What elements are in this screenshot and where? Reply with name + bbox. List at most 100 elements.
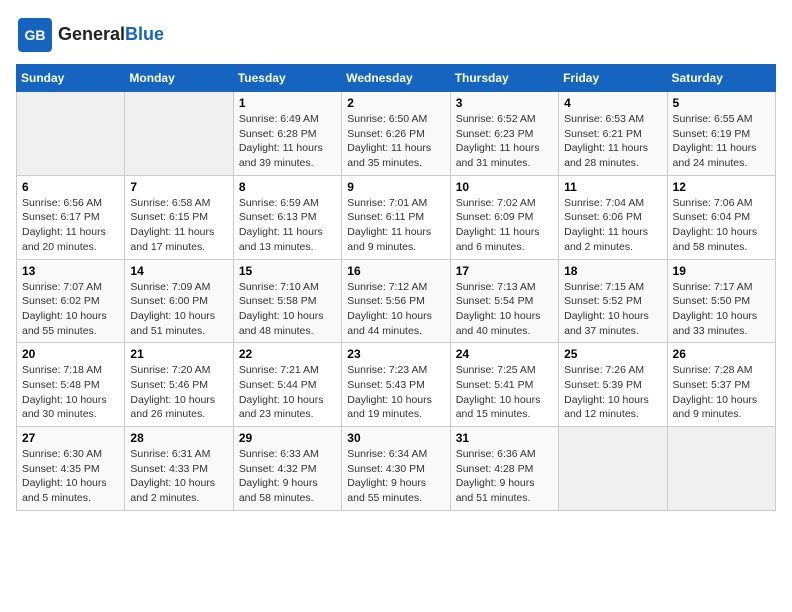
calendar-cell: 16 Sunrise: 7:12 AM Sunset: 5:56 PM Dayli… bbox=[342, 259, 450, 343]
day-info: Sunrise: 6:36 AM Sunset: 4:28 PM Dayligh… bbox=[456, 447, 553, 506]
day-info: Sunrise: 6:30 AM Sunset: 4:35 PM Dayligh… bbox=[22, 447, 119, 506]
calendar-cell: 2 Sunrise: 6:50 AM Sunset: 6:26 PM Daylig… bbox=[342, 92, 450, 176]
day-info: Sunrise: 7:25 AM Sunset: 5:41 PM Dayligh… bbox=[456, 363, 553, 422]
calendar-cell: 14 Sunrise: 7:09 AM Sunset: 6:00 PM Dayli… bbox=[125, 259, 233, 343]
day-number: 5 bbox=[673, 96, 770, 110]
day-info: Sunrise: 6:53 AM Sunset: 6:21 PM Dayligh… bbox=[564, 112, 661, 171]
day-number: 1 bbox=[239, 96, 336, 110]
day-of-week-header: Friday bbox=[559, 65, 667, 92]
day-info: Sunrise: 7:06 AM Sunset: 6:04 PM Dayligh… bbox=[673, 196, 770, 255]
calendar-cell: 4 Sunrise: 6:53 AM Sunset: 6:21 PM Daylig… bbox=[559, 92, 667, 176]
day-number: 10 bbox=[456, 180, 553, 194]
day-number: 17 bbox=[456, 264, 553, 278]
day-info: Sunrise: 6:33 AM Sunset: 4:32 PM Dayligh… bbox=[239, 447, 336, 506]
day-number: 16 bbox=[347, 264, 444, 278]
day-number: 18 bbox=[564, 264, 661, 278]
calendar-cell: 13Sunrise: 7:07 AM Sunset: 6:02 PM Dayli… bbox=[17, 259, 125, 343]
day-number: 11 bbox=[564, 180, 661, 194]
day-number: 13 bbox=[22, 264, 119, 278]
day-info: Sunrise: 7:17 AM Sunset: 5:50 PM Dayligh… bbox=[673, 280, 770, 339]
calendar-cell: 30 Sunrise: 6:34 AM Sunset: 4:30 PM Dayli… bbox=[342, 427, 450, 511]
day-number: 2 bbox=[347, 96, 444, 110]
day-number: 4 bbox=[564, 96, 661, 110]
day-info: Sunrise: 7:02 AM Sunset: 6:09 PM Dayligh… bbox=[456, 196, 553, 255]
day-of-week-header: Sunday bbox=[17, 65, 125, 92]
day-info: Sunrise: 7:09 AM Sunset: 6:00 PM Dayligh… bbox=[130, 280, 227, 339]
day-info: Sunrise: 6:34 AM Sunset: 4:30 PM Dayligh… bbox=[347, 447, 444, 506]
day-info: Sunrise: 7:04 AM Sunset: 6:06 PM Dayligh… bbox=[564, 196, 661, 255]
day-number: 29 bbox=[239, 431, 336, 445]
day-info: Sunrise: 7:18 AM Sunset: 5:48 PM Dayligh… bbox=[22, 363, 119, 422]
day-number: 24 bbox=[456, 347, 553, 361]
day-of-week-header: Monday bbox=[125, 65, 233, 92]
calendar-cell: 29 Sunrise: 6:33 AM Sunset: 4:32 PM Dayli… bbox=[233, 427, 341, 511]
calendar-cell: 3Sunrise: 6:52 AM Sunset: 6:23 PM Daylig… bbox=[450, 92, 558, 176]
day-info: Sunrise: 7:26 AM Sunset: 5:39 PM Dayligh… bbox=[564, 363, 661, 422]
calendar-cell: 9 Sunrise: 7:01 AM Sunset: 6:11 PM Daylig… bbox=[342, 175, 450, 259]
calendar-cell: 7 Sunrise: 6:58 AM Sunset: 6:15 PM Daylig… bbox=[125, 175, 233, 259]
calendar-cell: 15 Sunrise: 7:10 AM Sunset: 5:58 PM Dayli… bbox=[233, 259, 341, 343]
day-info: Sunrise: 7:21 AM Sunset: 5:44 PM Dayligh… bbox=[239, 363, 336, 422]
calendar-cell: 26 Sunrise: 7:28 AM Sunset: 5:37 PM Dayli… bbox=[667, 343, 775, 427]
day-info: Sunrise: 6:59 AM Sunset: 6:13 PM Dayligh… bbox=[239, 196, 336, 255]
day-number: 20 bbox=[22, 347, 119, 361]
calendar-week-row: 27Sunrise: 6:30 AM Sunset: 4:35 PM Dayli… bbox=[17, 427, 776, 511]
calendar-cell: 20 Sunrise: 7:18 AM Sunset: 5:48 PM Dayli… bbox=[17, 343, 125, 427]
calendar-cell: 24 Sunrise: 7:25 AM Sunset: 5:41 PM Dayli… bbox=[450, 343, 558, 427]
day-info: Sunrise: 7:20 AM Sunset: 5:46 PM Dayligh… bbox=[130, 363, 227, 422]
calendar-cell bbox=[17, 92, 125, 176]
day-of-week-header: Thursday bbox=[450, 65, 558, 92]
day-info: Sunrise: 7:01 AM Sunset: 6:11 PM Dayligh… bbox=[347, 196, 444, 255]
day-number: 30 bbox=[347, 431, 444, 445]
day-number: 15 bbox=[239, 264, 336, 278]
calendar-week-row: 20 Sunrise: 7:18 AM Sunset: 5:48 PM Dayli… bbox=[17, 343, 776, 427]
day-of-week-header: Saturday bbox=[667, 65, 775, 92]
calendar-cell: 21Sunrise: 7:20 AM Sunset: 5:46 PM Dayli… bbox=[125, 343, 233, 427]
calendar-cell: 19 Sunrise: 7:17 AM Sunset: 5:50 PM Dayli… bbox=[667, 259, 775, 343]
days-of-week-row: SundayMondayTuesdayWednesdayThursdayFrid… bbox=[17, 65, 776, 92]
day-number: 19 bbox=[673, 264, 770, 278]
day-info: Sunrise: 7:12 AM Sunset: 5:56 PM Dayligh… bbox=[347, 280, 444, 339]
calendar-cell: 28 Sunrise: 6:31 AM Sunset: 4:33 PM Dayli… bbox=[125, 427, 233, 511]
day-info: Sunrise: 6:56 AM Sunset: 6:17 PM Dayligh… bbox=[22, 196, 119, 255]
calendar-cell: 11 Sunrise: 7:04 AM Sunset: 6:06 PM Dayli… bbox=[559, 175, 667, 259]
day-info: Sunrise: 6:31 AM Sunset: 4:33 PM Dayligh… bbox=[130, 447, 227, 506]
calendar-cell: 22 Sunrise: 7:21 AM Sunset: 5:44 PM Dayli… bbox=[233, 343, 341, 427]
day-number: 31 bbox=[456, 431, 553, 445]
calendar-body: 1 Sunrise: 6:49 AM Sunset: 6:28 PM Daylig… bbox=[17, 92, 776, 511]
calendar-cell: 23Sunrise: 7:23 AM Sunset: 5:43 PM Dayli… bbox=[342, 343, 450, 427]
calendar-cell: 5Sunrise: 6:55 AM Sunset: 6:19 PM Daylig… bbox=[667, 92, 775, 176]
calendar-cell: 8 Sunrise: 6:59 AM Sunset: 6:13 PM Daylig… bbox=[233, 175, 341, 259]
day-number: 9 bbox=[347, 180, 444, 194]
calendar-cell bbox=[667, 427, 775, 511]
day-of-week-header: Tuesday bbox=[233, 65, 341, 92]
day-info: Sunrise: 6:58 AM Sunset: 6:15 PM Dayligh… bbox=[130, 196, 227, 255]
logo: GB GeneralBlue bbox=[16, 16, 164, 54]
day-number: 22 bbox=[239, 347, 336, 361]
calendar-cell bbox=[559, 427, 667, 511]
day-info: Sunrise: 6:49 AM Sunset: 6:28 PM Dayligh… bbox=[239, 112, 336, 171]
logo-text: GeneralBlue bbox=[58, 25, 164, 45]
calendar-cell: 6Sunrise: 6:56 AM Sunset: 6:17 PM Daylig… bbox=[17, 175, 125, 259]
day-info: Sunrise: 7:15 AM Sunset: 5:52 PM Dayligh… bbox=[564, 280, 661, 339]
day-number: 7 bbox=[130, 180, 227, 194]
calendar-cell: 18 Sunrise: 7:15 AM Sunset: 5:52 PM Dayli… bbox=[559, 259, 667, 343]
day-info: Sunrise: 7:28 AM Sunset: 5:37 PM Dayligh… bbox=[673, 363, 770, 422]
day-number: 14 bbox=[130, 264, 227, 278]
calendar-week-row: 13Sunrise: 7:07 AM Sunset: 6:02 PM Dayli… bbox=[17, 259, 776, 343]
day-number: 8 bbox=[239, 180, 336, 194]
day-info: Sunrise: 7:10 AM Sunset: 5:58 PM Dayligh… bbox=[239, 280, 336, 339]
calendar-week-row: 6Sunrise: 6:56 AM Sunset: 6:17 PM Daylig… bbox=[17, 175, 776, 259]
day-number: 26 bbox=[673, 347, 770, 361]
day-info: Sunrise: 6:50 AM Sunset: 6:26 PM Dayligh… bbox=[347, 112, 444, 171]
page-header: GB GeneralBlue bbox=[16, 16, 776, 54]
logo-icon: GB bbox=[16, 16, 54, 54]
svg-text:GB: GB bbox=[25, 27, 46, 43]
day-number: 25 bbox=[564, 347, 661, 361]
calendar-cell: 25 Sunrise: 7:26 AM Sunset: 5:39 PM Dayli… bbox=[559, 343, 667, 427]
day-number: 28 bbox=[130, 431, 227, 445]
calendar-cell: 27Sunrise: 6:30 AM Sunset: 4:35 PM Dayli… bbox=[17, 427, 125, 511]
calendar-cell: 1 Sunrise: 6:49 AM Sunset: 6:28 PM Daylig… bbox=[233, 92, 341, 176]
calendar-week-row: 1 Sunrise: 6:49 AM Sunset: 6:28 PM Daylig… bbox=[17, 92, 776, 176]
calendar-table: SundayMondayTuesdayWednesdayThursdayFrid… bbox=[16, 64, 776, 511]
